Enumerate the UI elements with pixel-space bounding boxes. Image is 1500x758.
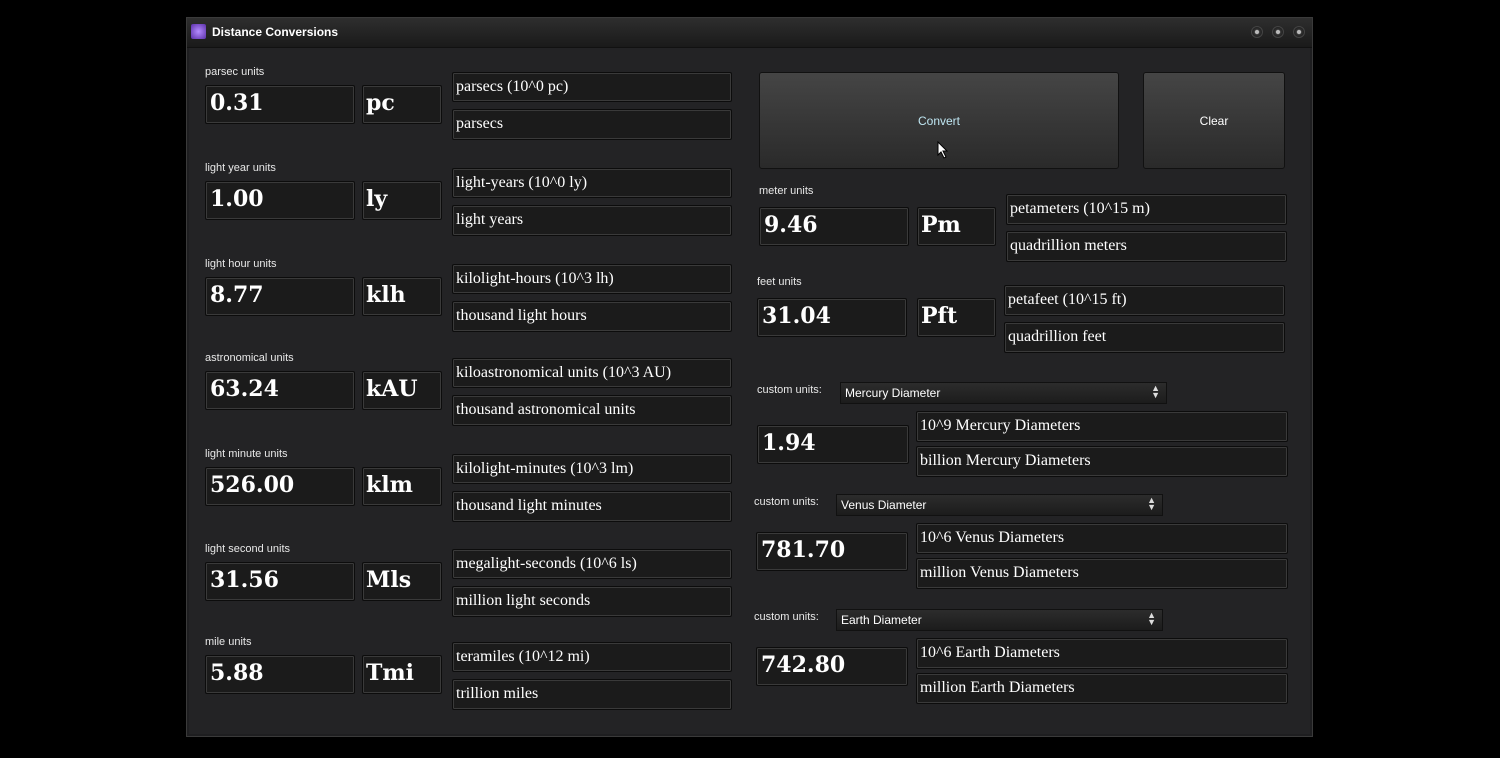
updown-arrow-icon: ▲ ▼ [1147, 495, 1156, 512]
value-input[interactable]: 0.31 [205, 85, 355, 124]
unit-group-label: feet units [757, 276, 802, 288]
custom-units-label: custom units: [754, 611, 819, 623]
scaled-unit-name: parsecs (10^0 pc) [452, 72, 732, 102]
value-input[interactable]: 31.04 [757, 298, 907, 337]
unit-word-name: thousand light minutes [452, 491, 732, 522]
unit-group-label: parsec units [205, 66, 265, 78]
unit-word-name: trillion miles [452, 679, 732, 710]
unit-word-name: million Venus Diameters [916, 558, 1288, 589]
selected-value: Earth Diameter [841, 613, 922, 627]
scaled-unit-name: 10^6 Earth Diameters [916, 638, 1288, 669]
scaled-unit-name: megalight-seconds (10^6 ls) [452, 549, 732, 579]
close-button[interactable] [1293, 26, 1305, 38]
unit-group-label: astronomical units [205, 352, 294, 364]
custom-units-label: custom units: [757, 384, 822, 396]
maximize-button[interactable] [1272, 26, 1284, 38]
title-bar[interactable]: Distance Conversions [187, 18, 1312, 48]
value-input[interactable]: 63.24 [205, 371, 355, 410]
updown-arrow-icon: ▲ ▼ [1147, 610, 1156, 627]
value-input[interactable]: 1.00 [205, 181, 355, 220]
scaled-unit-name: kilolight-minutes (10^3 lm) [452, 454, 732, 484]
selected-value: Mercury Diameter [845, 386, 941, 400]
unit-symbol-field: klh [362, 277, 442, 316]
unit-symbol-field: Tmi [362, 655, 442, 694]
scaled-unit-name: light-years (10^0 ly) [452, 168, 732, 198]
minimize-button[interactable] [1251, 26, 1263, 38]
value-input[interactable]: 8.77 [205, 277, 355, 316]
value-input[interactable]: 5.88 [205, 655, 355, 694]
scaled-unit-name: 10^9 Mercury Diameters [916, 411, 1288, 442]
unit-word-name: quadrillion meters [1006, 231, 1287, 262]
unit-group-label: light hour units [205, 258, 277, 270]
unit-word-name: million Earth Diameters [916, 673, 1288, 704]
unit-group-label: meter units [759, 185, 814, 197]
custom-unit-select[interactable]: Earth Diameter ▲ ▼ [836, 609, 1163, 631]
unit-symbol-field: klm [362, 467, 442, 506]
unit-word-name: light years [452, 205, 732, 236]
scaled-unit-name: petafeet (10^15 ft) [1004, 285, 1285, 316]
unit-group-label: light minute units [205, 448, 288, 460]
unit-word-name: parsecs [452, 109, 732, 140]
value-input[interactable]: 526.00 [205, 467, 355, 506]
unit-group-label: mile units [205, 636, 252, 648]
scaled-unit-name: 10^6 Venus Diameters [916, 523, 1288, 554]
unit-symbol-field: Pm [917, 207, 996, 246]
value-input[interactable]: 1.94 [757, 425, 909, 464]
window-title: Distance Conversions [212, 25, 339, 39]
unit-group-label: light year units [205, 162, 276, 174]
value-input[interactable]: 742.80 [756, 647, 908, 686]
app-icon [191, 24, 206, 39]
unit-symbol-field: kAU [362, 371, 442, 410]
clear-button[interactable]: Clear [1143, 72, 1285, 169]
custom-units-label: custom units: [754, 496, 819, 508]
unit-symbol-field: pc [362, 85, 442, 124]
value-input[interactable]: 9.46 [759, 207, 909, 246]
scaled-unit-name: teramiles (10^12 mi) [452, 642, 732, 672]
updown-arrow-icon: ▲ ▼ [1151, 383, 1160, 400]
selected-value: Venus Diameter [841, 498, 927, 512]
value-input[interactable]: 31.56 [205, 562, 355, 601]
unit-word-name: billion Mercury Diameters [916, 446, 1288, 477]
unit-symbol-field: Mls [362, 562, 442, 601]
scaled-unit-name: petameters (10^15 m) [1006, 194, 1287, 225]
unit-symbol-field: ly [362, 181, 442, 220]
custom-unit-select[interactable]: Mercury Diameter ▲ ▼ [840, 382, 1167, 404]
custom-unit-select[interactable]: Venus Diameter ▲ ▼ [836, 494, 1163, 516]
scaled-unit-name: kilolight-hours (10^3 lh) [452, 264, 732, 294]
unit-group-label: light second units [205, 543, 290, 555]
unit-word-name: thousand astronomical units [452, 395, 732, 426]
scaled-unit-name: kiloastronomical units (10^3 AU) [452, 358, 732, 388]
value-input[interactable]: 781.70 [756, 532, 908, 571]
mouse-cursor-icon [937, 140, 949, 163]
unit-word-name: thousand light hours [452, 301, 732, 332]
unit-symbol-field: Pft [917, 298, 996, 337]
unit-word-name: quadrillion feet [1004, 322, 1285, 353]
unit-word-name: million light seconds [452, 586, 732, 617]
